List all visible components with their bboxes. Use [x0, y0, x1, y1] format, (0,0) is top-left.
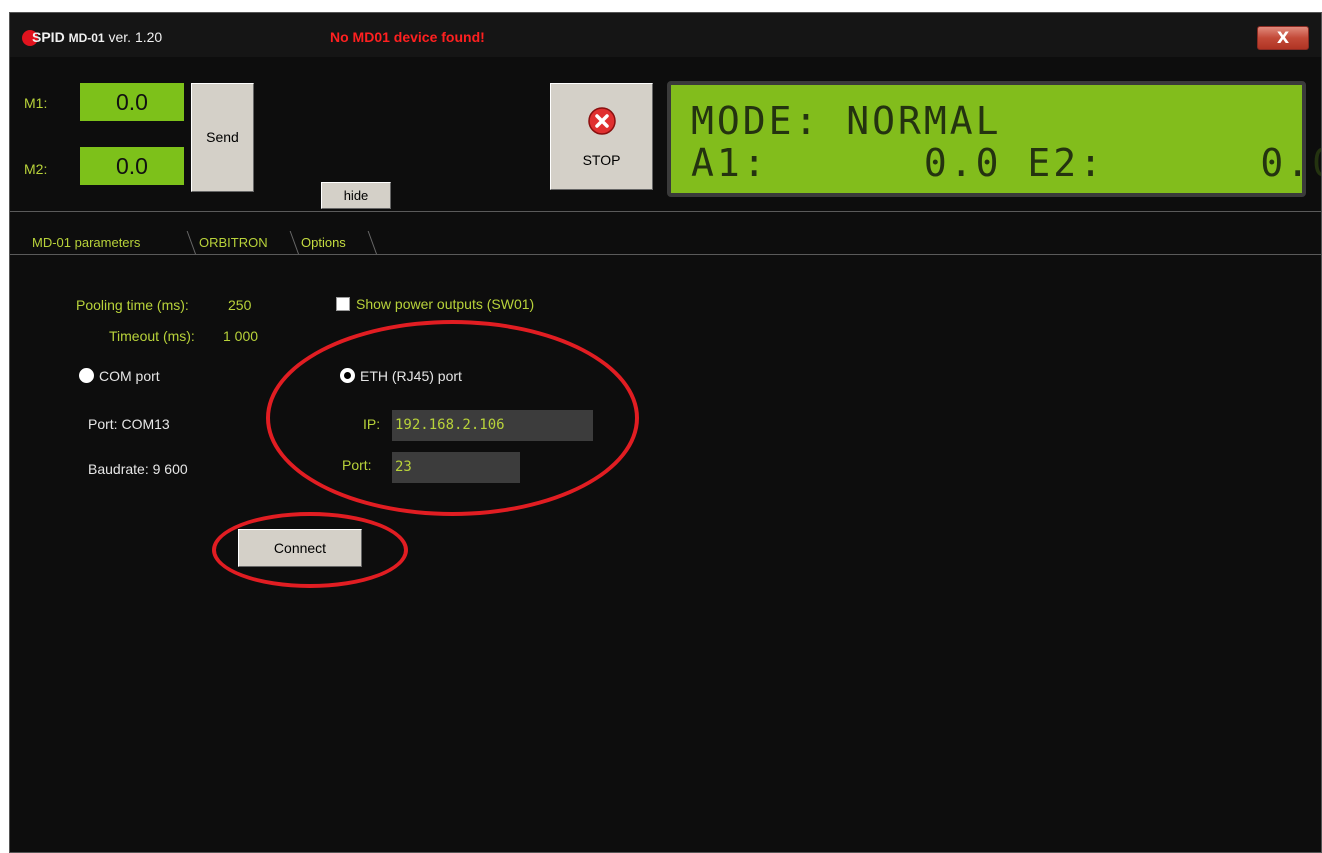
connect-button[interactable]: Connect: [238, 529, 362, 567]
hide-button[interactable]: hide: [321, 182, 391, 209]
tab-options[interactable]: Options: [301, 231, 346, 255]
m2-label: M2:: [24, 161, 48, 177]
eth-port-input[interactable]: 23: [392, 452, 520, 483]
tab-separator: [289, 231, 300, 255]
device-status-message: No MD01 device found!: [330, 29, 485, 45]
eth-port-field-label: Port:: [342, 457, 372, 473]
lcd-display: MODE: NORMAL A1: 0.0 E2: 0.0: [667, 81, 1322, 197]
com-port-radio[interactable]: [79, 368, 94, 383]
tab-orbitron[interactable]: ORBITRON: [199, 231, 268, 255]
show-power-outputs-checkbox[interactable]: [336, 297, 350, 311]
header-divider: [10, 211, 1321, 212]
baudrate-label: Baudrate: 9 600: [88, 461, 188, 477]
close-button[interactable]: X: [1257, 26, 1309, 50]
pooling-time-value[interactable]: 250: [228, 297, 251, 313]
title-bar: SPID MD-01 ver. 1.20 No MD01 device foun…: [10, 13, 1321, 57]
m1-label: M1:: [24, 95, 48, 111]
eth-port-label: ETH (RJ45) port: [360, 368, 462, 384]
eth-port-radio[interactable]: [340, 368, 355, 383]
app-version: ver. 1.20: [108, 29, 163, 45]
com-port-label: COM port: [99, 368, 160, 384]
lcd-line-2: A1: 0.0 E2: 0.0: [691, 141, 1322, 185]
timeout-label: Timeout (ms):: [109, 328, 195, 344]
tab-strip-line: [10, 254, 1321, 255]
pooling-time-label: Pooling time (ms):: [76, 297, 189, 313]
app-brand: SPID: [32, 29, 65, 45]
app-window: SPID MD-01 ver. 1.20 No MD01 device foun…: [9, 12, 1322, 853]
ip-address-input[interactable]: 192.168.2.106: [392, 410, 593, 441]
tab-separator: [186, 231, 197, 255]
com-port-name-label: Port: COM13: [88, 416, 170, 432]
app-name: MD-01: [68, 31, 105, 45]
ip-label: IP:: [363, 416, 381, 432]
stop-icon: [588, 107, 616, 135]
tab-separator: [367, 231, 378, 255]
send-button[interactable]: Send: [191, 83, 254, 192]
window-title: SPID MD-01 ver. 1.20: [32, 29, 162, 45]
com-port-name-value[interactable]: COM13: [121, 416, 169, 432]
timeout-value[interactable]: 1 000: [223, 328, 258, 344]
m2-value-field[interactable]: 0.0: [80, 147, 184, 185]
stop-button[interactable]: STOP: [550, 83, 653, 190]
m1-value-field[interactable]: 0.0: [80, 83, 184, 121]
show-power-outputs-label: Show power outputs (SW01): [356, 296, 535, 312]
stop-label: STOP: [582, 152, 621, 168]
baudrate-value[interactable]: 9 600: [153, 461, 188, 477]
tab-md01-parameters[interactable]: MD-01 parameters: [32, 231, 140, 255]
lcd-line-1: MODE: NORMAL: [691, 99, 1002, 143]
